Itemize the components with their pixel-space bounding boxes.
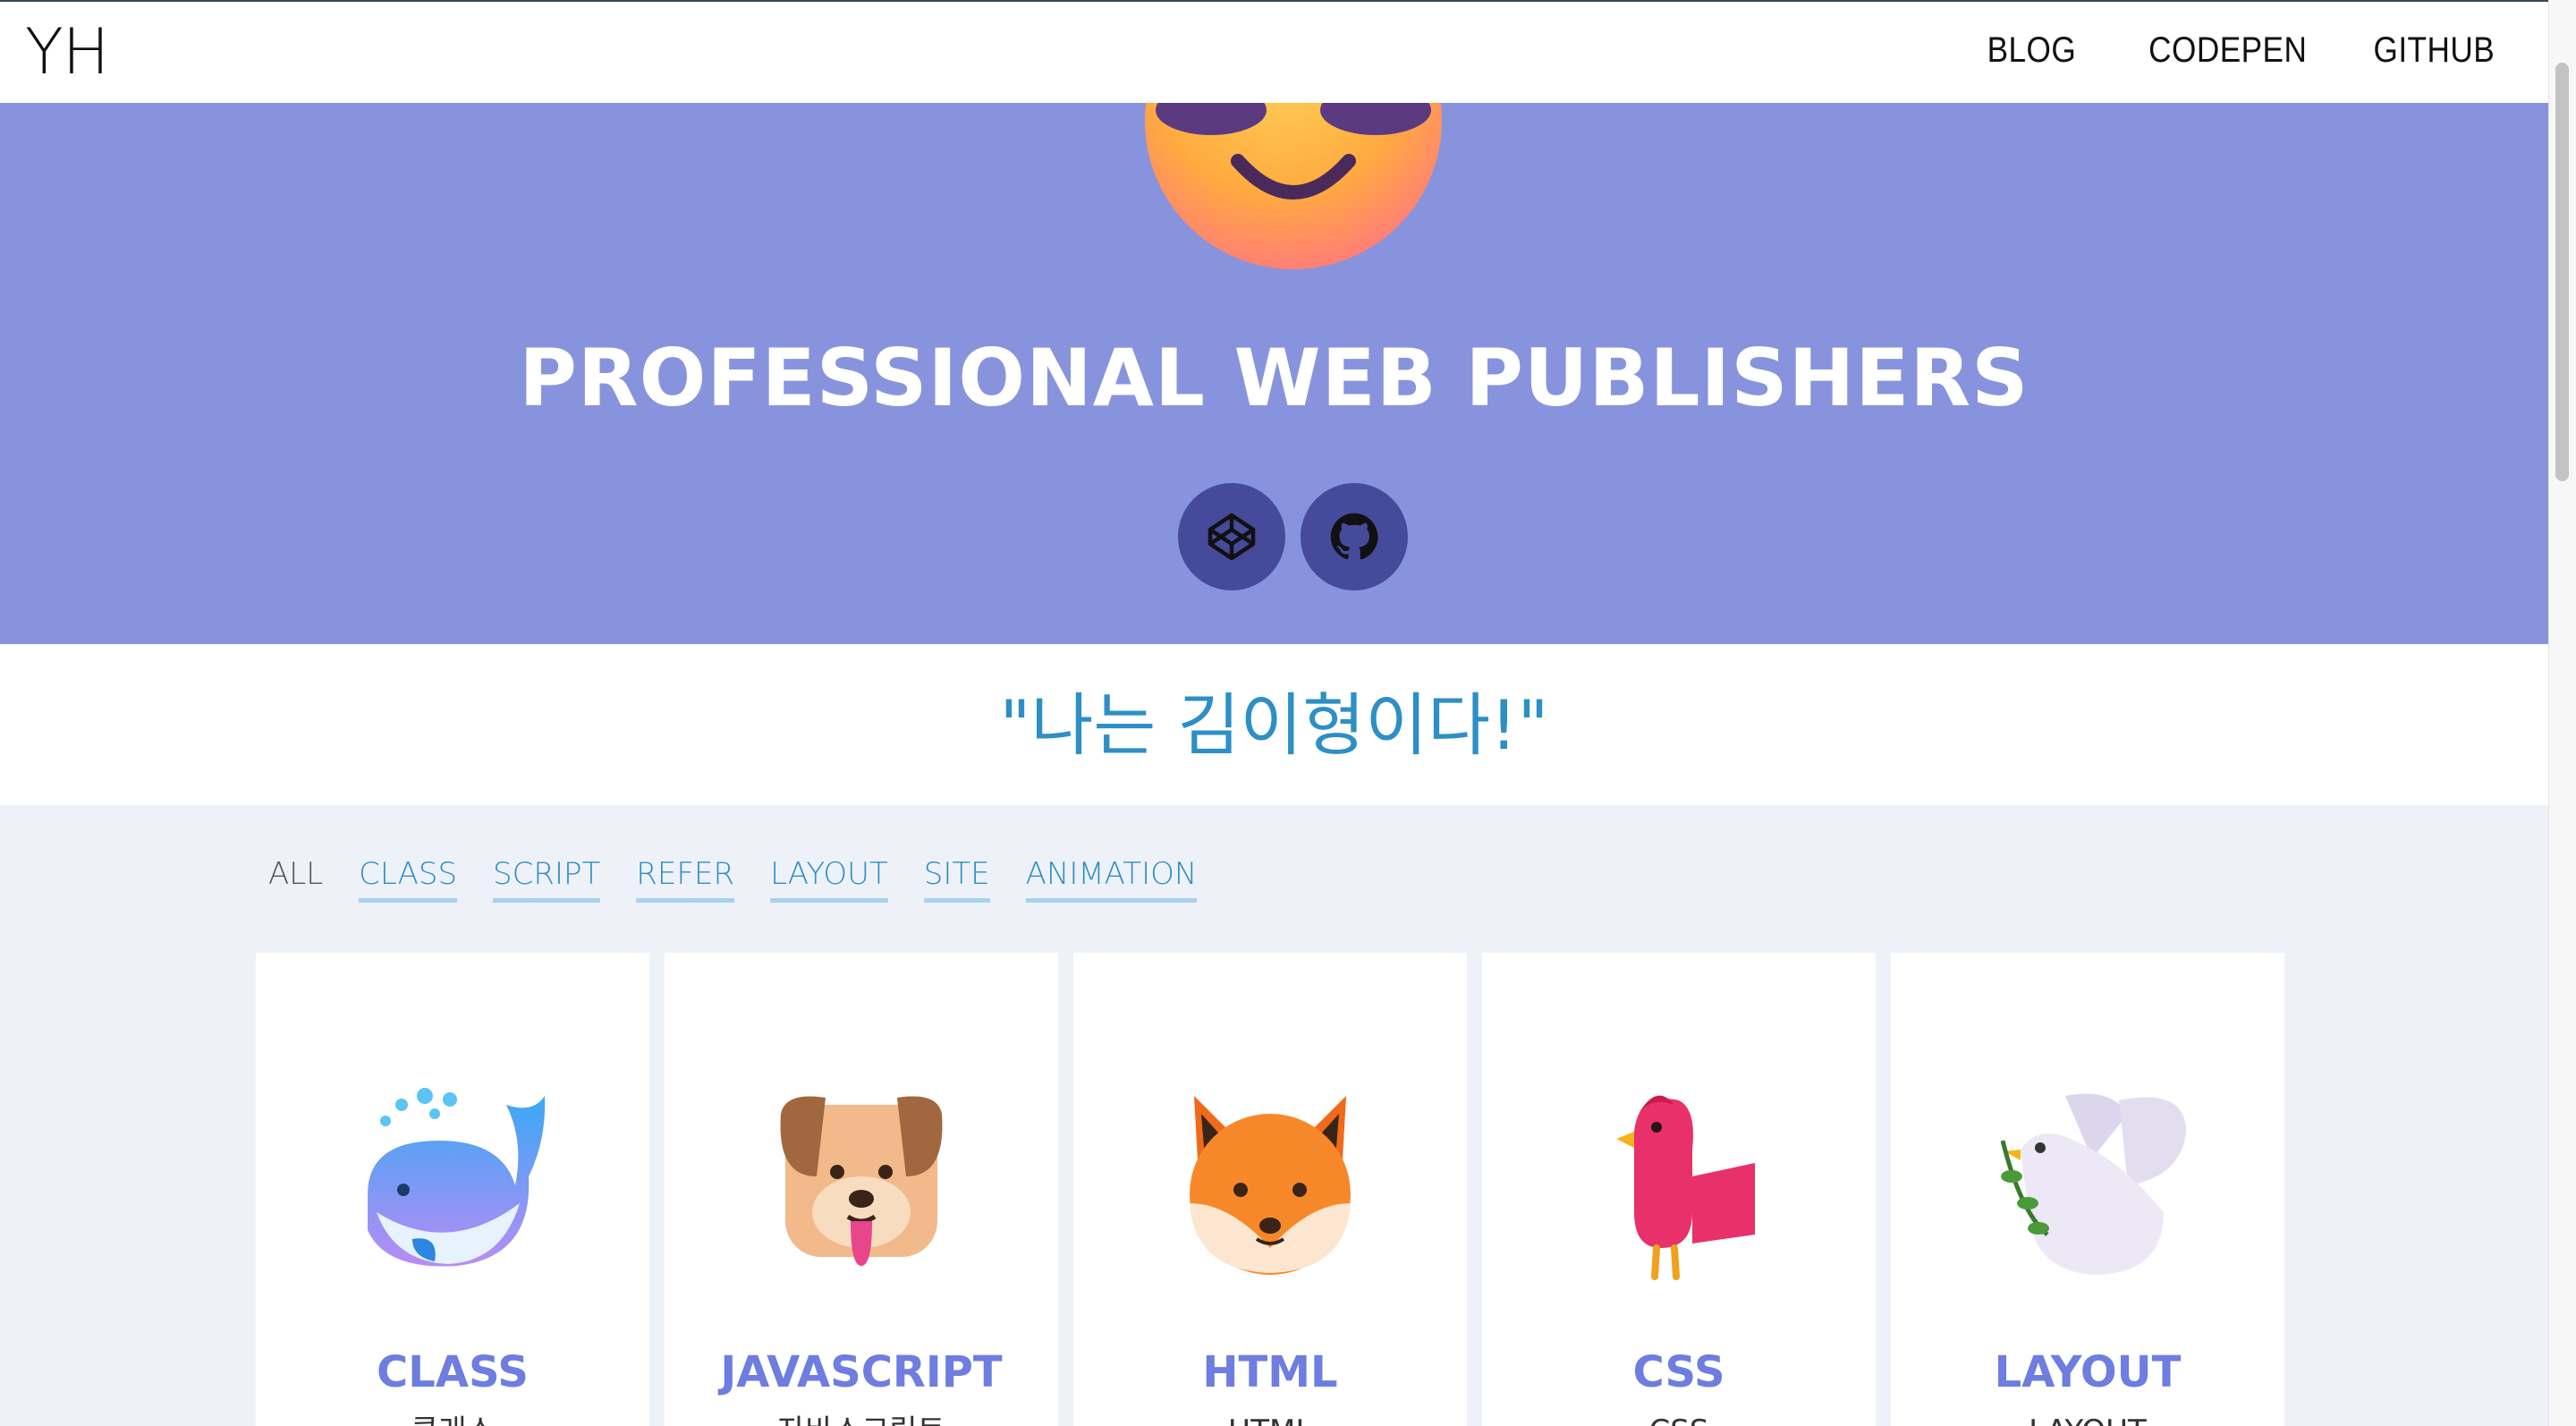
page: YH BLOG CODEPEN GITHUB PROFESSIONAL WEB … (0, 0, 2576, 1426)
filter-script[interactable]: SCRIPT (493, 855, 601, 903)
codepen-button[interactable] (1178, 483, 1285, 590)
nav-blog-link[interactable]: BLOG (1987, 29, 2077, 72)
portfolio-section: ALL CLASS SCRIPT REFER LAYOUT SITE ANIMA… (0, 805, 2548, 1426)
card-layout[interactable]: LAYOUT LAYOUT (1891, 953, 2284, 1426)
github-button[interactable] (1301, 483, 1408, 590)
card-css[interactable]: CSS CSS (1482, 953, 1876, 1426)
hero-banner: PROFESSIONAL WEB PUBLISHERS (0, 103, 2548, 644)
top-nav: BLOG CODEPEN GITHUB (1975, 29, 2495, 72)
hero-social-links (1178, 483, 1408, 590)
card-html[interactable]: HTML HTML (1073, 953, 1467, 1426)
dog-icon (780, 1096, 943, 1266)
nav-github-link[interactable]: GITHUB (2373, 29, 2495, 72)
github-icon (1330, 513, 1378, 560)
site-logo[interactable]: YH (25, 14, 109, 89)
filter-layout[interactable]: LAYOUT (770, 855, 888, 903)
filter-all[interactable]: ALL (268, 855, 323, 903)
quote-section: "나는 김이형이다!" (0, 644, 2548, 805)
whale-icon (368, 1088, 546, 1267)
card-title: CSS (1632, 1347, 1725, 1397)
card-javascript[interactable]: JAVASCRIPT 자바스크립트 (665, 953, 1058, 1426)
card-title: CLASS (377, 1347, 529, 1397)
card-title: LAYOUT (1994, 1347, 2182, 1397)
card-grid: CLASS 클래스 JAVASCRIPT 자바스크립트 (256, 953, 2284, 1426)
page-scrollbar[interactable] (2548, 0, 2576, 1426)
filter-refer[interactable]: REFER (636, 855, 735, 903)
scrollbar-thumb[interactable] (2555, 63, 2569, 481)
card-title: HTML (1202, 1347, 1338, 1397)
card-subtitle: HTML (1073, 1413, 1467, 1426)
intro-quote: "나는 김이형이다!" (999, 685, 1549, 765)
card-title: JAVASCRIPT (720, 1347, 1003, 1397)
category-filters: ALL CLASS SCRIPT REFER LAYOUT SITE ANIMA… (268, 855, 1198, 903)
card-subtitle: CSS (1482, 1413, 1876, 1426)
dove-icon (2000, 1093, 2186, 1275)
hero-title: PROFESSIONAL WEB PUBLISHERS (519, 332, 2029, 424)
nav-codepen-link[interactable]: CODEPEN (2148, 29, 2307, 72)
filter-site[interactable]: SITE (923, 855, 990, 903)
card-subtitle: 자바스크립트 (665, 1413, 1058, 1426)
card-class[interactable]: CLASS 클래스 (256, 953, 649, 1426)
filter-class[interactable]: CLASS (359, 855, 458, 903)
smiling-face-with-sunglasses-icon (1145, 103, 1442, 269)
card-subtitle: LAYOUT (1891, 1413, 2284, 1426)
site-header: YH BLOG CODEPEN GITHUB (0, 0, 2548, 103)
bird-icon (1616, 1095, 1755, 1280)
card-subtitle: 클래스 (256, 1413, 649, 1426)
fox-icon (1190, 1096, 1351, 1275)
filter-animation[interactable]: ANIMATION (1025, 855, 1198, 903)
codepen-icon (1208, 513, 1256, 561)
